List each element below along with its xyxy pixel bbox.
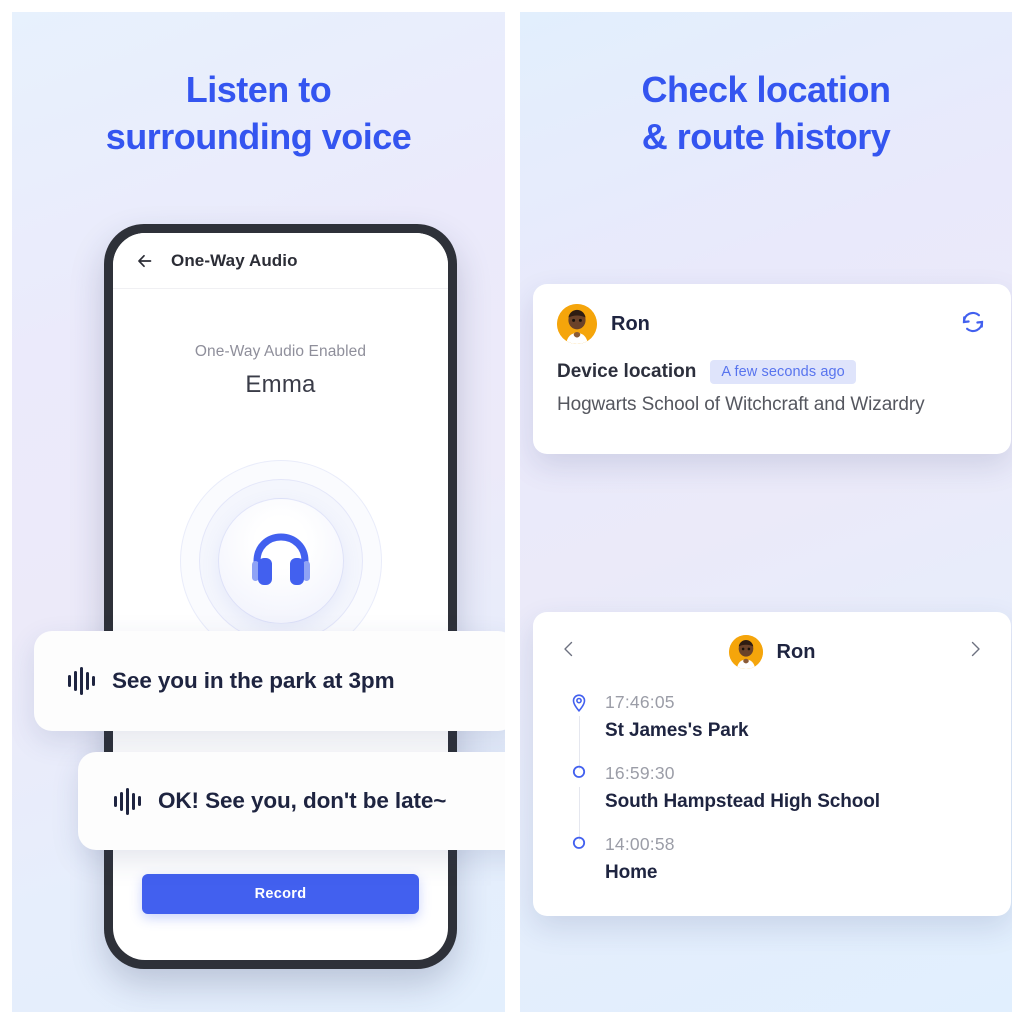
- device-location-card[interactable]: Ron Device location A few seconds ago Ho…: [533, 284, 1011, 454]
- device-location-row: Device location A few seconds ago: [557, 360, 987, 384]
- avatar-ron: [728, 635, 763, 669]
- headphones-icon: [248, 531, 314, 591]
- transcript-bubble-2-text: OK! See you, don't be late~: [158, 788, 447, 813]
- chevron-left-icon[interactable]: [560, 640, 578, 663]
- pin-outline-icon: [569, 693, 589, 713]
- audio-app-bar-title: One-Way Audio: [171, 250, 298, 270]
- timeline-item-place: Home: [605, 862, 658, 883]
- route-timeline: 17:46:05 St James's Park 16:59:30 South …: [569, 692, 1011, 884]
- transcript-bubble-2[interactable]: OK! See you, don't be late~: [78, 752, 505, 850]
- audio-status-block: One-Way Audio Enabled Emma: [113, 343, 448, 399]
- right-promo-panel: Check location & route history A405: [520, 12, 1012, 1012]
- left-headline: Listen to surrounding voice: [12, 66, 505, 160]
- timeline-item[interactable]: 16:59:30 South Hampstead High School: [569, 763, 1011, 840]
- device-location-header: Ron: [557, 304, 987, 344]
- timeline-item-time: 17:46:05: [605, 692, 675, 712]
- transcript-bubble-1-text: See you in the park at 3pm: [112, 668, 395, 693]
- avatar-ron: [557, 304, 597, 344]
- chevron-right-icon[interactable]: [966, 640, 984, 663]
- timeline-connector: [578, 716, 580, 769]
- audio-waveform-icon: [68, 667, 95, 695]
- left-headline-line2: surrounding voice: [105, 116, 412, 157]
- route-history-person-name: Ron: [776, 640, 816, 663]
- audio-waveform-icon: [114, 787, 141, 815]
- timeline-item-time: 16:59:30: [605, 763, 675, 783]
- screenshot-root: Listen to surrounding voice One-Way Audi…: [0, 0, 1024, 1024]
- timeline-connector: [578, 787, 580, 840]
- device-location-person-name: Ron: [611, 312, 650, 335]
- timeline-item[interactable]: 17:46:05 St James's Park: [569, 692, 1011, 769]
- phone-screen-audio: One-Way Audio One-Way Audio Enabled Emma: [113, 233, 448, 960]
- right-headline-line2: & route history: [641, 116, 891, 157]
- arrow-left-icon[interactable]: [135, 251, 155, 271]
- refresh-icon[interactable]: [959, 308, 987, 341]
- timeline-item-place: South Hampstead High School: [605, 791, 880, 812]
- timeline-item-time: 14:00:58: [605, 834, 675, 854]
- right-headline-line1: Check location: [641, 69, 891, 110]
- device-location-address: Hogwarts School of Witchcraft and Wizard…: [557, 394, 925, 415]
- phone-mockup-audio: One-Way Audio One-Way Audio Enabled Emma: [104, 224, 457, 969]
- circle-outline-icon: [569, 764, 589, 784]
- timeline-item-place: St James's Park: [605, 720, 749, 741]
- transcript-bubble-1[interactable]: See you in the park at 3pm: [34, 631, 505, 731]
- left-promo-panel: Listen to surrounding voice One-Way Audi…: [12, 12, 505, 1012]
- left-headline-line1: Listen to: [185, 69, 332, 110]
- circle-outline-icon: [569, 835, 589, 855]
- device-location-time-badge: A few seconds ago: [710, 360, 856, 384]
- route-history-header: Ron: [533, 634, 1011, 670]
- route-history-card[interactable]: Ron 17:46:05 St James's Park 16:59:30 So…: [533, 612, 1011, 916]
- device-location-label: Device location: [557, 361, 697, 382]
- audio-status-subtitle: One-Way Audio Enabled: [194, 343, 367, 360]
- audio-app-bar: One-Way Audio: [113, 233, 448, 289]
- right-headline: Check location & route history: [520, 66, 1012, 160]
- timeline-item[interactable]: 14:00:58 Home: [569, 834, 1011, 884]
- record-button[interactable]: Record: [142, 874, 419, 914]
- audio-target-name: Emma: [245, 371, 316, 398]
